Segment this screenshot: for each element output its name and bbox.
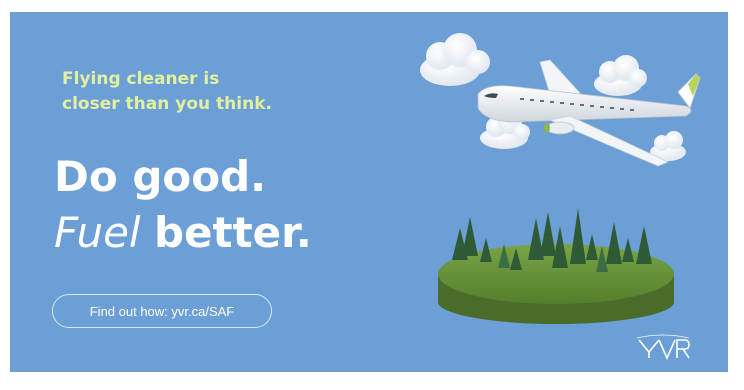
find-out-how-link[interactable]: Find out how: yvr.ca/SAF bbox=[52, 294, 272, 328]
cloud-icon bbox=[594, 55, 647, 96]
tagline-line-1: Flying cleaner is bbox=[62, 69, 220, 89]
forest-island-icon bbox=[438, 208, 674, 324]
illustration bbox=[420, 33, 701, 324]
headline-better-word: better. bbox=[153, 208, 312, 257]
yvr-logo-icon bbox=[636, 334, 690, 360]
ad-banner: Flying cleaner is closer than you think.… bbox=[10, 12, 728, 372]
headline-fuel-word: Fuel bbox=[54, 208, 141, 257]
headline-line-1: Do good. bbox=[54, 152, 267, 201]
tagline-line-2: closer than you think. bbox=[62, 94, 272, 114]
cloud-icon bbox=[420, 33, 490, 86]
tagline: Flying cleaner is closer than you think. bbox=[62, 67, 342, 117]
headline: Do good. Fuel better. bbox=[54, 149, 312, 261]
headline-line-2: Fuel better. bbox=[54, 205, 312, 261]
